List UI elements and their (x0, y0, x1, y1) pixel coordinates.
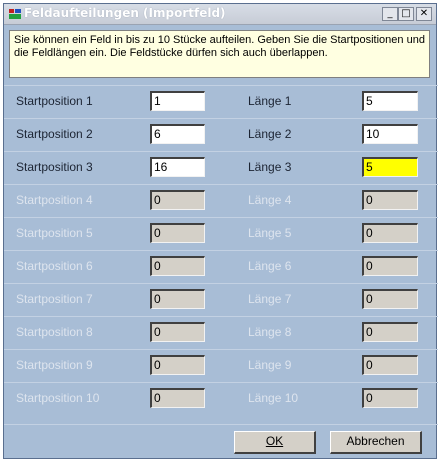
window-title: Feldaufteilungen (Importfeld) (24, 6, 226, 20)
start-position-input: 0 (150, 223, 205, 243)
dialog-window: Feldaufteilungen (Importfeld) _ □ ✕ Sie … (3, 3, 438, 459)
length-label: Länge 8 (248, 325, 292, 339)
length-input[interactable]: 5 (362, 91, 418, 111)
ok-button[interactable]: OK (234, 431, 316, 454)
start-position-label: Startposition 10 (16, 391, 100, 405)
dialog-footer: OK Abbrechen (4, 424, 438, 459)
start-position-label: Startposition 4 (16, 193, 93, 207)
start-position-input[interactable]: 16 (150, 157, 205, 177)
length-label: Länge 6 (248, 259, 292, 273)
close-button[interactable]: ✕ (416, 7, 432, 21)
length-input: 0 (362, 289, 418, 309)
length-label: Länge 10 (248, 391, 299, 405)
fields-grid: Startposition 1 1 Länge 1 5 Startposition 2 6… (4, 85, 438, 415)
length-input: 0 (362, 355, 418, 375)
length-label: Länge 1 (248, 94, 292, 108)
length-label: Länge 7 (248, 292, 292, 306)
length-input: 0 (362, 190, 418, 210)
field-row: Startposition 2 6 Länge 2 10 (4, 118, 438, 151)
length-input[interactable]: 5 (362, 157, 418, 177)
field-row: Startposition 4 0 Länge 4 0 (4, 184, 438, 217)
field-row: Startposition 10 0 Länge 10 0 (4, 382, 438, 415)
start-position-input: 0 (150, 289, 205, 309)
start-position-input: 0 (150, 388, 205, 408)
length-label: Länge 3 (248, 160, 292, 174)
field-row: Startposition 5 0 Länge 5 0 (4, 217, 438, 250)
minimize-button[interactable]: _ (382, 7, 398, 21)
length-label: Länge 5 (248, 226, 292, 240)
title-bar[interactable]: Feldaufteilungen (Importfeld) _ □ ✕ (4, 4, 436, 25)
start-position-label: Startposition 7 (16, 292, 93, 306)
start-position-input: 0 (150, 190, 205, 210)
start-position-input[interactable]: 6 (150, 124, 205, 144)
info-text: Sie können ein Feld in bis zu 10 Stücke … (9, 30, 430, 78)
start-position-label: Startposition 1 (16, 94, 93, 108)
length-input: 0 (362, 388, 418, 408)
start-position-label: Startposition 8 (16, 325, 93, 339)
length-input[interactable]: 10 (362, 124, 418, 144)
start-position-label: Startposition 3 (16, 160, 93, 174)
field-row: Startposition 7 0 Länge 7 0 (4, 283, 438, 316)
start-position-input: 0 (150, 355, 205, 375)
field-row: Startposition 9 0 Länge 9 0 (4, 349, 438, 382)
ok-button-label: OK (265, 434, 284, 448)
start-position-label: Startposition 6 (16, 259, 93, 273)
start-position-label: Startposition 5 (16, 226, 93, 240)
length-input: 0 (362, 256, 418, 276)
field-row: Startposition 6 0 Länge 6 0 (4, 250, 438, 283)
field-row: Startposition 3 16 Länge 3 5 (4, 151, 438, 184)
cancel-button[interactable]: Abbrechen (330, 431, 422, 454)
length-label: Länge 4 (248, 193, 292, 207)
start-position-label: Startposition 2 (16, 127, 93, 141)
start-position-input: 0 (150, 256, 205, 276)
length-input: 0 (362, 322, 418, 342)
maximize-button[interactable]: □ (398, 7, 414, 21)
length-input: 0 (362, 223, 418, 243)
field-row: Startposition 8 0 Länge 8 0 (4, 316, 438, 349)
field-row: Startposition 1 1 Länge 1 5 (4, 85, 438, 118)
start-position-label: Startposition 9 (16, 358, 93, 372)
start-position-input: 0 (150, 322, 205, 342)
length-label: Länge 2 (248, 127, 292, 141)
length-label: Länge 9 (248, 358, 292, 372)
start-position-input[interactable]: 1 (150, 91, 205, 111)
app-icon (9, 9, 21, 19)
